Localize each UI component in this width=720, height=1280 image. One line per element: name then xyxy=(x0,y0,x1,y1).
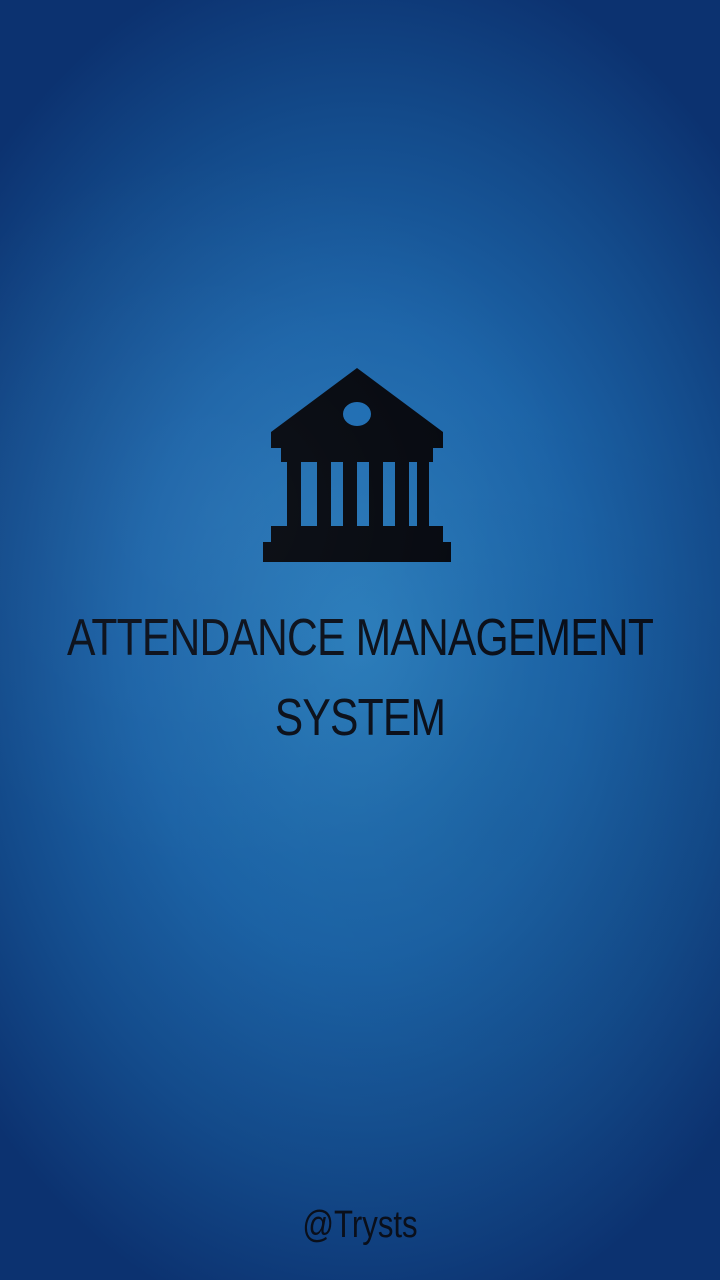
splash-screen: ATTENDANCE MANAGEMENT SYSTEM @Trysts xyxy=(0,0,720,1280)
developer-handle: @Trysts xyxy=(302,1204,418,1246)
app-title-line-2: SYSTEM xyxy=(274,689,446,747)
institution-building-icon xyxy=(263,368,451,562)
app-title-line-1: ATTENDANCE MANAGEMENT xyxy=(66,609,654,667)
